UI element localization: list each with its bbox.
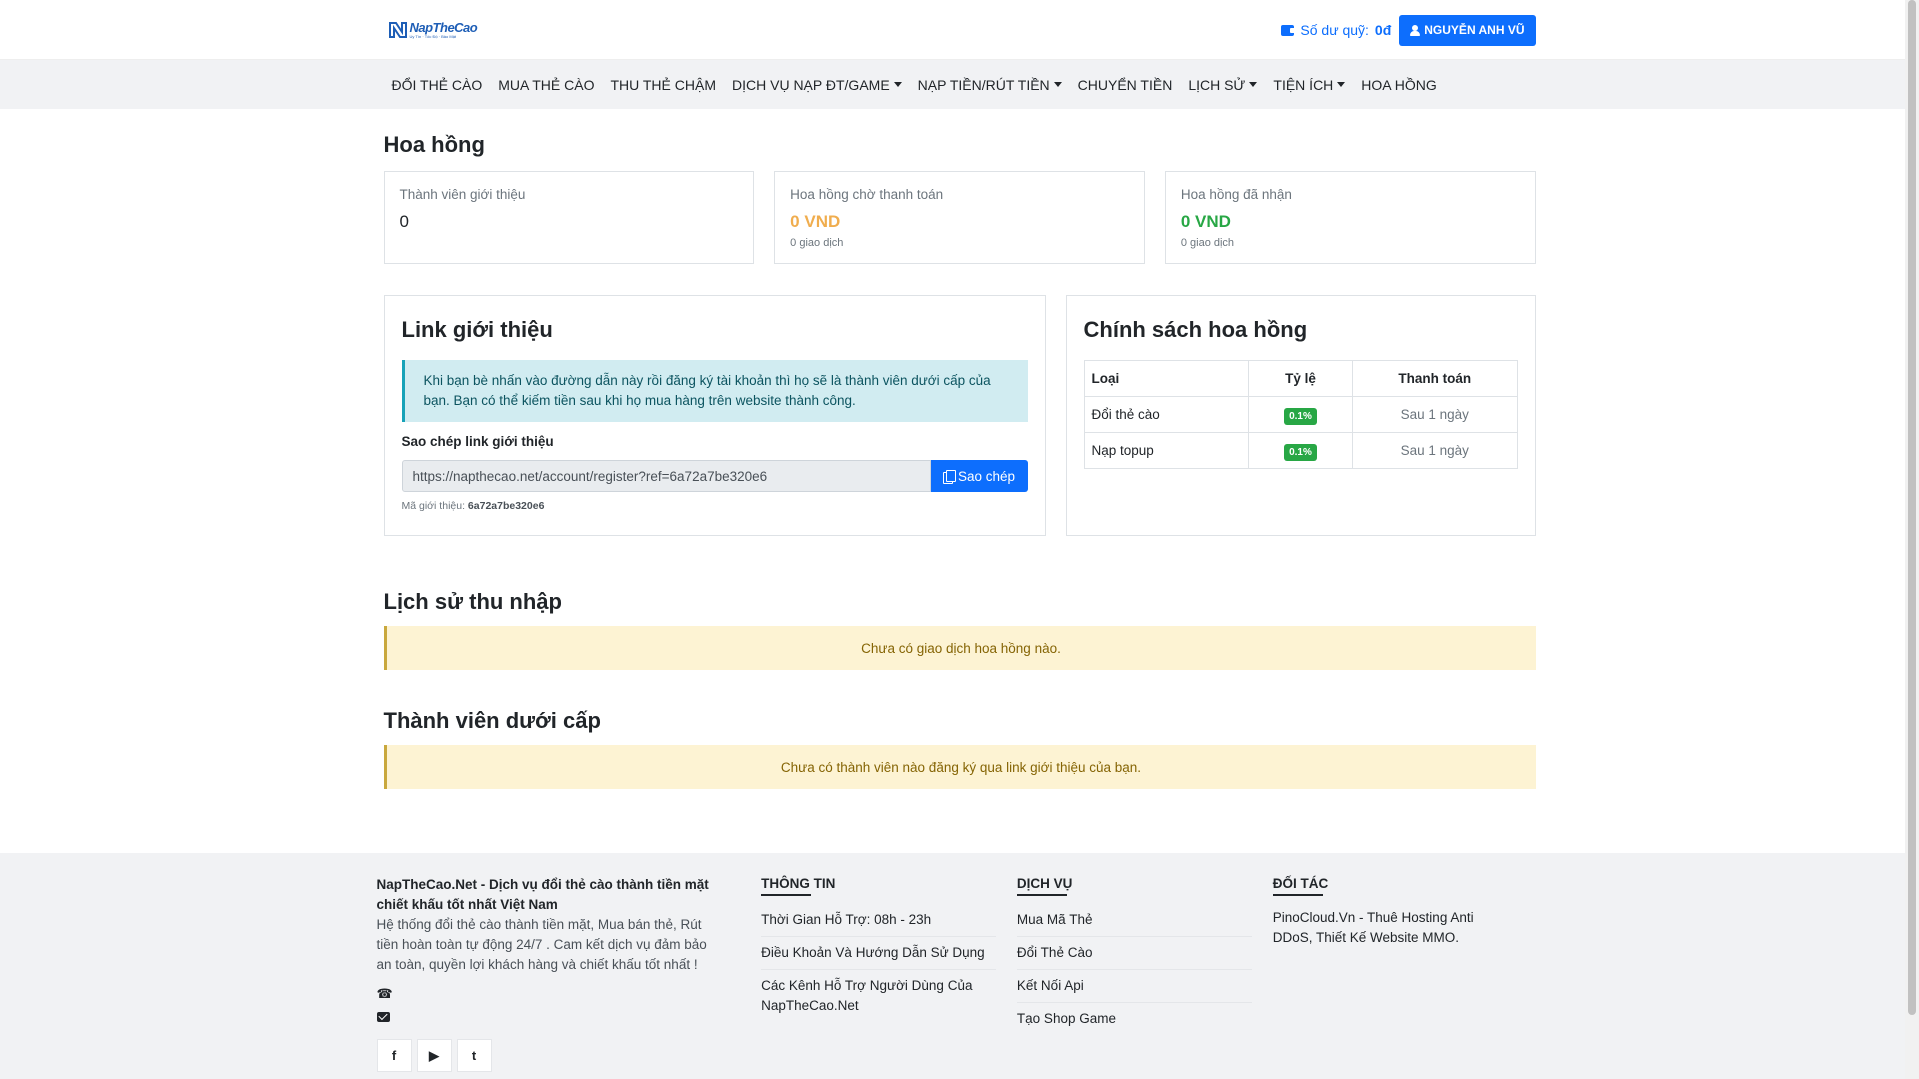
caret-down-icon — [1053, 82, 1062, 87]
stat-label: Hoa hồng đã nhận — [1180, 187, 1292, 202]
nav-item[interactable]: THU THẺ CHẬM — [602, 77, 724, 93]
stat-value: 0 VND — [790, 212, 841, 231]
wallet-icon — [1281, 24, 1296, 36]
footer-about-title: NapTheCao.Net - Dịch vụ đổi thẻ cào thàn… — [376, 877, 709, 912]
rate-badge: 0.1% — [1284, 408, 1317, 425]
stat-value: 0 — [399, 212, 409, 231]
balance-display[interactable]: Số dư quỹ: 0đ — [1281, 22, 1391, 38]
column-header: Tỷ lệ — [1248, 360, 1353, 397]
top-header: NapTheCao Uy Tín · Tốc Độ · Bảo Mật Số d… — [0, 0, 1919, 60]
nav-item-label: CHUYỂN TIỀN — [1077, 76, 1173, 93]
nav-item-label: TIỆN ÍCH — [1273, 76, 1334, 93]
policy-type: Đổi thẻ cào — [1083, 396, 1250, 433]
footer-service-heading: DỊCH VỤ — [1016, 876, 1072, 896]
stat-pending-commission: Hoa hồng chờ thanh toán 0 VND 0 giao dịc… — [774, 171, 1145, 264]
policy-payment: Sau 1 ngày — [1351, 432, 1518, 469]
nav-item[interactable]: CHUYỂN TIỀN — [1070, 77, 1181, 93]
footer-partner-heading: ĐỐI TÁC — [1272, 876, 1328, 896]
facebook-icon[interactable]: f — [376, 1039, 412, 1072]
caret-down-icon — [1249, 82, 1258, 87]
footer-info-heading: THÔNG TIN — [761, 876, 835, 896]
column-header: Thanh toán — [1351, 360, 1518, 397]
stat-sub: 0 giao dịch — [790, 237, 844, 249]
nav-item-label: HOA HỒNG — [1361, 76, 1437, 93]
nav-item[interactable]: NẠP TIỀN/RÚT TIỀN — [910, 77, 1070, 93]
scrollbar-thumb[interactable] — [1908, 0, 1916, 1015]
nav-item-label: LỊCH SỬ — [1188, 76, 1246, 93]
balance-value: 0đ — [1374, 22, 1392, 38]
nav-item-label: DỊCH VỤ NẠP ĐT/GAME — [732, 76, 890, 93]
stat-received-commission: Hoa hồng đã nhận 0 VND 0 giao dịch — [1164, 171, 1536, 264]
nav-item[interactable]: HOA HỒNG — [1353, 77, 1444, 93]
page-title: Hoa hồng — [383, 132, 485, 157]
referral-code-value: 6a72a7be320e6 — [467, 500, 545, 512]
mail-icon[interactable] — [376, 1012, 390, 1022]
balance-label: Số dư quỹ: — [1300, 22, 1369, 38]
income-empty-alert: Chưa có giao dịch hoa hồng nào. — [383, 626, 1536, 670]
policy-type: Nạp topup — [1083, 432, 1250, 469]
rate-badge: 0.1% — [1284, 444, 1317, 461]
nav-item[interactable]: LỊCH SỬ — [1180, 77, 1265, 93]
table-row: Đổi thẻ cào 0.1% Sau 1 ngày — [1083, 396, 1518, 433]
site-footer: NapTheCao.Net - Dịch vụ đổi thẻ cào thàn… — [0, 853, 1905, 1079]
policy-payment: Sau 1 ngày — [1351, 396, 1518, 433]
footer-link[interactable]: Điều Khoản Và Hướng Dẫn Sử Dụng — [761, 941, 997, 970]
referral-code-label: Mã giới thiệu: — [401, 500, 466, 512]
referral-info-alert: Khi bạn bè nhấn vào đường dẫn này rồi đă… — [401, 360, 1028, 422]
twitter-icon[interactable]: t — [456, 1039, 492, 1072]
referral-code: Mã giới thiệu: 6a72a7be320e6 — [402, 500, 1028, 512]
commission-policy-card: Chính sách hoa hồng Loại Tỷ lệ Thanh toá… — [1065, 295, 1536, 536]
referral-link-input[interactable] — [401, 460, 931, 492]
page-scrollbar[interactable] — [1905, 0, 1919, 1079]
nav-item[interactable]: TIỆN ÍCH — [1265, 77, 1353, 93]
nav-item-label: ĐỔI THẺ CÀO — [391, 76, 483, 93]
referral-link-card: Link giới thiệu Khi bạn bè nhấn vào đườn… — [383, 295, 1046, 536]
nav-item[interactable]: DỊCH VỤ NẠP ĐT/GAME — [724, 77, 910, 93]
phone-icon[interactable] — [377, 986, 393, 1002]
site-logo[interactable]: NapTheCao Uy Tín · Tốc Độ · Bảo Mật — [388, 20, 478, 40]
nav-item-label: THU THẺ CHẬM — [610, 76, 716, 93]
copy-button-label: Sao chép — [957, 468, 1016, 484]
caret-down-icon — [893, 82, 902, 87]
nav-item[interactable]: ĐỔI THẺ CÀO — [384, 77, 491, 93]
policy-title: Chính sách hoa hồng — [1083, 317, 1308, 342]
table-row: Nạp topup 0.1% Sau 1 ngày — [1083, 432, 1518, 469]
footer-link[interactable]: Tạo Shop Game — [1017, 1007, 1252, 1035]
footer-link[interactable]: Mua Mã Thẻ — [1016, 908, 1252, 937]
logo-tagline: Uy Tín · Tốc Độ · Bảo Mật — [409, 34, 457, 39]
stats-row: Thành viên giới thiệu 0 Hoa hồng chờ tha… — [383, 171, 1536, 264]
main-content: Hoa hồng Thành viên giới thiệu 0 Hoa hồn… — [383, 132, 1536, 789]
referral-title: Link giới thiệu — [401, 317, 553, 342]
user-name: NGUYỄN ANH VŨ — [1424, 23, 1525, 37]
nav-item-label: NẠP TIỀN/RÚT TIỀN — [917, 76, 1050, 93]
stat-value: 0 VND — [1180, 212, 1231, 231]
footer-link[interactable]: Kết Nối Api — [1016, 974, 1252, 1003]
stat-referred-members: Thành viên giới thiệu 0 — [383, 171, 755, 264]
youtube-icon[interactable]: ▶ — [416, 1039, 452, 1072]
nav-item[interactable]: MUA THẺ CÀO — [490, 77, 602, 93]
stat-label: Thành viên giới thiệu — [399, 187, 526, 202]
caret-down-icon — [1337, 82, 1346, 87]
user-account-button[interactable]: NGUYỄN ANH VŨ — [1399, 14, 1536, 46]
copy-button[interactable]: Sao chép — [930, 460, 1028, 492]
income-history-title: Lịch sử thu nhập — [383, 589, 562, 614]
members-title: Thành viên dưới cấp — [383, 708, 601, 733]
copy-label: Sao chép link giới thiệu — [401, 434, 554, 449]
footer-partner-link[interactable]: PinoCloud.Vn - Thuê Hosting Anti DDoS, T… — [1273, 908, 1483, 948]
logo-name: NapTheCao — [409, 20, 478, 35]
footer-link[interactable]: Đổi Thẻ Cào — [1016, 941, 1252, 970]
column-header: Loại — [1083, 360, 1250, 397]
footer-link[interactable]: Thời Gian Hỗ Trợ: 08h - 23h — [761, 908, 997, 937]
logo-icon — [388, 22, 407, 38]
user-icon — [1410, 24, 1421, 36]
members-empty-alert: Chưa có thành viên nào đăng ký qua link … — [383, 745, 1536, 789]
footer-about-desc: Hệ thống đổi thẻ cào thành tiền mặt, Mua… — [376, 917, 707, 972]
nav-item-label: MUA THẺ CÀO — [498, 76, 595, 93]
stat-sub: 0 giao dịch — [1180, 237, 1235, 249]
copy-icon — [942, 470, 956, 484]
policy-table: Loại Tỷ lệ Thanh toán Đổi thẻ cào 0.1% S… — [1083, 360, 1518, 469]
stat-label: Hoa hồng chờ thanh toán — [790, 187, 944, 202]
footer-link[interactable]: Các Kênh Hỗ Trợ Người Dùng Của NapTheCao… — [761, 974, 996, 1022]
main-navbar: ĐỔI THẺ CÀO MUA THẺ CÀO THU THẺ CHẬM DỊCH V… — [0, 60, 1919, 109]
